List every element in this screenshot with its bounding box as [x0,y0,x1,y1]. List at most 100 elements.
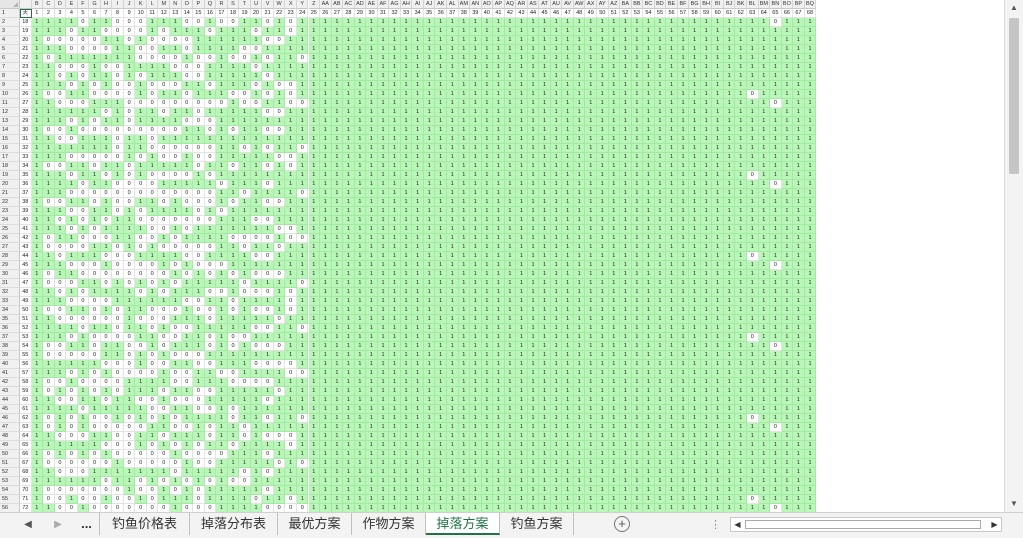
grid-cell[interactable]: 1 [689,45,701,54]
grid-cell[interactable]: 1 [31,270,44,279]
grid-cell[interactable]: 1 [631,486,644,495]
grid-cell[interactable]: 1 [539,117,551,126]
grid-cell[interactable]: 1 [458,234,471,243]
grid-cell[interactable]: 1 [804,216,817,225]
grid-cell[interactable]: 0 [135,261,147,270]
grid-cell[interactable]: 1 [320,297,332,306]
grid-cell[interactable]: 1 [585,180,597,189]
grid-cell[interactable]: 1 [654,171,667,180]
grid-cell[interactable]: 1 [504,171,517,180]
grid-cell[interactable]: 1 [723,27,736,36]
grid-cell[interactable]: 1 [458,459,471,468]
grid-cell[interactable]: 1 [493,306,505,315]
grid-cell[interactable]: 1 [539,99,551,108]
grid-cell[interactable]: 0 [135,396,147,405]
grid-cell[interactable]: 1 [31,342,44,351]
grid-cell[interactable]: 1 [400,432,413,441]
grid-cell[interactable]: 1 [389,108,401,117]
grid-cell[interactable]: 1 [458,324,471,333]
grid-cell[interactable]: 1 [77,387,90,396]
grid-cell[interactable]: 1 [700,351,713,360]
grid-cell[interactable]: 1 [412,333,424,342]
grid-cell[interactable]: 30 [20,126,32,135]
grid-cell[interactable]: 1 [89,432,101,441]
grid-cell[interactable]: 1 [296,270,309,279]
grid-cell[interactable]: 1 [666,441,678,450]
grid-cell[interactable]: 1 [620,342,632,351]
grid-cell[interactable]: 1 [54,189,67,198]
grid-cell[interactable]: 1 [654,360,667,369]
grid-cell[interactable]: 1 [389,405,401,414]
grid-cell[interactable]: 1 [31,414,44,423]
grid-cell[interactable]: 1 [366,405,378,414]
grid-cell[interactable]: 1 [481,90,494,99]
grid-cell[interactable]: 1 [550,243,563,252]
grid-cell[interactable]: 1 [504,72,517,81]
grid-cell[interactable]: 1 [527,414,540,423]
grid-cell[interactable]: 1 [723,207,736,216]
grid-cell[interactable]: 1 [412,99,424,108]
grid-cell[interactable]: 1 [262,207,274,216]
grid-cell[interactable]: 1 [66,90,78,99]
grid-cell[interactable]: 1 [654,432,667,441]
grid-cell[interactable]: 1 [135,360,147,369]
grid-cell[interactable]: 1 [654,378,667,387]
grid-cell[interactable]: 1 [77,135,90,144]
grid-cell[interactable]: 1 [620,90,632,99]
grid-cell[interactable]: 1 [377,504,390,512]
grid-cell[interactable]: 1 [354,261,367,270]
grid-cell[interactable]: 0 [112,423,124,432]
grid-cell[interactable]: 0 [170,243,182,252]
grid-cell[interactable]: 0 [89,153,101,162]
grid-cell[interactable]: 1 [631,126,644,135]
grid-cell[interactable]: 1 [204,324,217,333]
grid-cell[interactable]: 0 [54,198,67,207]
grid-cell[interactable]: 1 [377,72,390,81]
grid-cell[interactable]: 0 [239,333,251,342]
grid-cell[interactable]: 1 [654,81,667,90]
grid-cell[interactable]: 0 [66,459,78,468]
grid-cell[interactable]: 1 [273,378,286,387]
grid-cell[interactable]: 0 [54,306,67,315]
grid-cell[interactable]: 0 [262,414,274,423]
grid-cell[interactable]: 1 [747,234,759,243]
grid-cell[interactable]: 0 [239,468,251,477]
grid-cell[interactable]: 1 [285,468,297,477]
tab-sheet[interactable]: 最优方案 [278,513,352,535]
grid-cell[interactable]: 1 [770,477,782,486]
grid-cell[interactable]: 1 [435,126,447,135]
grid-cell[interactable]: 1 [481,126,494,135]
grid-cell[interactable]: 1 [446,405,459,414]
grid-cell[interactable]: 1 [377,234,390,243]
grid-cell[interactable]: 1 [631,108,644,117]
grid-cell[interactable]: 1 [493,234,505,243]
grid-cell[interactable]: 1 [308,36,321,45]
grid-cell[interactable]: 1 [712,369,724,378]
grid-cell[interactable]: 0 [158,342,170,351]
grid-cell[interactable]: 1 [793,135,805,144]
grid-cell[interactable]: 1 [89,99,101,108]
grid-cell[interactable]: 0 [100,360,113,369]
grid-cell[interactable]: 1 [631,135,644,144]
grid-cell[interactable]: 1 [747,279,759,288]
grid-cell[interactable]: 0 [227,234,240,243]
grid-cell[interactable]: 1 [550,495,563,504]
grid-cell[interactable]: 1 [643,504,655,512]
grid-cell[interactable]: 1 [308,162,321,171]
grid-cell[interactable]: 1 [608,171,621,180]
grid-cell[interactable]: 1 [331,279,344,288]
horizontal-scroll-thumb[interactable] [745,520,981,529]
grid-cell[interactable]: 1 [793,423,805,432]
grid-cell[interactable]: 1 [770,27,782,36]
grid-cell[interactable]: 1 [677,81,690,90]
grid-cell[interactable]: 1 [527,360,540,369]
grid-cell[interactable]: 0 [112,27,124,36]
grid-cell[interactable]: 0 [123,459,136,468]
grid-cell[interactable]: 1 [296,225,309,234]
grid-cell[interactable]: 1 [181,342,194,351]
grid-cell[interactable]: 0 [77,405,90,414]
grid-cell[interactable]: 1 [770,189,782,198]
grid-cell[interactable]: 0 [66,225,78,234]
grid-cell[interactable]: 0 [146,189,159,198]
grid-cell[interactable]: 1 [550,207,563,216]
